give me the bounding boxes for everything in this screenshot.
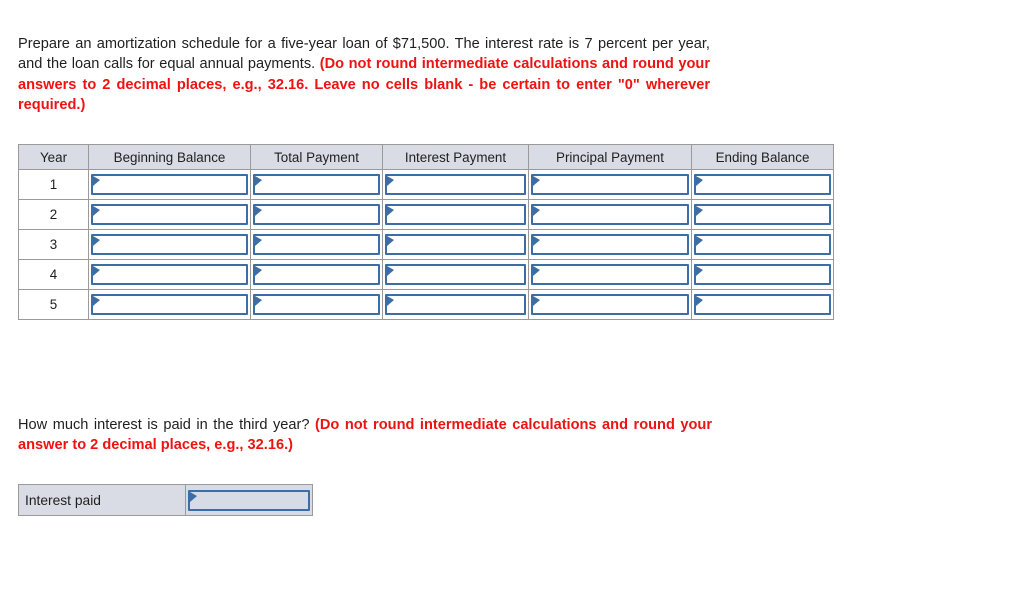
input-beginning-balance-year-3[interactable] [91,234,248,255]
table-row: 5 [18,289,834,320]
cell-interest-payment-year-5[interactable] [382,289,529,320]
input-beginning-balance-year-5[interactable] [91,294,248,315]
cell-ending-balance-year-3[interactable] [691,229,834,260]
cell-ending-balance-year-1[interactable] [691,169,834,200]
cell-total-payment-year-5[interactable] [250,289,383,320]
input-beginning-balance-year-4[interactable] [91,264,248,285]
table-row: 2 [18,199,834,230]
cell-principal-payment-year-2[interactable] [528,199,692,230]
cell-interest-paid[interactable] [185,484,313,516]
input-ending-balance-year-3[interactable] [694,234,831,255]
column-header-principal-payment: Principal Payment [528,144,692,170]
table-row: Interest paid [18,484,313,516]
column-header-year: Year [18,144,89,170]
cell-ending-balance-year-2[interactable] [691,199,834,230]
input-principal-payment-year-2[interactable] [531,204,689,225]
input-principal-payment-year-1[interactable] [531,174,689,195]
cell-principal-payment-year-4[interactable] [528,259,692,290]
input-interest-payment-year-5[interactable] [385,294,526,315]
cell-ending-balance-year-5[interactable] [691,289,834,320]
cell-ending-balance-year-4[interactable] [691,259,834,290]
input-beginning-balance-year-1[interactable] [91,174,248,195]
table-row: 4 [18,259,834,290]
table-header-row: Year Beginning Balance Total Payment Int… [18,144,834,170]
year-label: 3 [18,229,89,260]
interest-paid-label: Interest paid [18,484,186,516]
input-interest-payment-year-1[interactable] [385,174,526,195]
input-principal-payment-year-4[interactable] [531,264,689,285]
year-label: 5 [18,289,89,320]
input-interest-paid[interactable] [188,489,310,511]
input-total-payment-year-2[interactable] [253,204,380,225]
cell-total-payment-year-2[interactable] [250,199,383,230]
input-interest-payment-year-2[interactable] [385,204,526,225]
cell-interest-payment-year-1[interactable] [382,169,529,200]
question-2-prompt: How much interest is paid in the third y… [18,415,712,456]
input-total-payment-year-5[interactable] [253,294,380,315]
input-interest-payment-year-4[interactable] [385,264,526,285]
input-principal-payment-year-3[interactable] [531,234,689,255]
column-header-ending-balance: Ending Balance [691,144,834,170]
table-row: 3 [18,229,834,260]
cell-principal-payment-year-1[interactable] [528,169,692,200]
year-label: 1 [18,169,89,200]
year-label: 2 [18,199,89,230]
input-total-payment-year-1[interactable] [253,174,380,195]
cell-interest-payment-year-2[interactable] [382,199,529,230]
input-ending-balance-year-2[interactable] [694,204,831,225]
table-row: 1 [18,169,834,200]
cell-interest-payment-year-4[interactable] [382,259,529,290]
input-ending-balance-year-1[interactable] [694,174,831,195]
input-beginning-balance-year-2[interactable] [91,204,248,225]
input-total-payment-year-3[interactable] [253,234,380,255]
input-ending-balance-year-4[interactable] [694,264,831,285]
cell-principal-payment-year-5[interactable] [528,289,692,320]
cell-beginning-balance-year-2[interactable] [88,199,251,230]
cell-total-payment-year-3[interactable] [250,229,383,260]
column-header-beginning-balance: Beginning Balance [88,144,251,170]
column-header-interest-payment: Interest Payment [382,144,529,170]
cell-interest-payment-year-3[interactable] [382,229,529,260]
cell-beginning-balance-year-1[interactable] [88,169,251,200]
question-2-text: How much interest is paid in the third y… [18,417,316,433]
year-label: 4 [18,259,89,290]
cell-total-payment-year-1[interactable] [250,169,383,200]
cell-beginning-balance-year-5[interactable] [88,289,251,320]
interest-paid-table: Interest paid [18,484,313,516]
input-total-payment-year-4[interactable] [253,264,380,285]
amortization-schedule-table: Year Beginning Balance Total Payment Int… [18,144,834,320]
input-interest-payment-year-3[interactable] [385,234,526,255]
input-ending-balance-year-5[interactable] [694,294,831,315]
cell-beginning-balance-year-4[interactable] [88,259,251,290]
cell-beginning-balance-year-3[interactable] [88,229,251,260]
input-principal-payment-year-5[interactable] [531,294,689,315]
cell-principal-payment-year-3[interactable] [528,229,692,260]
question-1-prompt: Prepare an amortization schedule for a f… [18,34,710,115]
column-header-total-payment: Total Payment [250,144,383,170]
cell-total-payment-year-4[interactable] [250,259,383,290]
